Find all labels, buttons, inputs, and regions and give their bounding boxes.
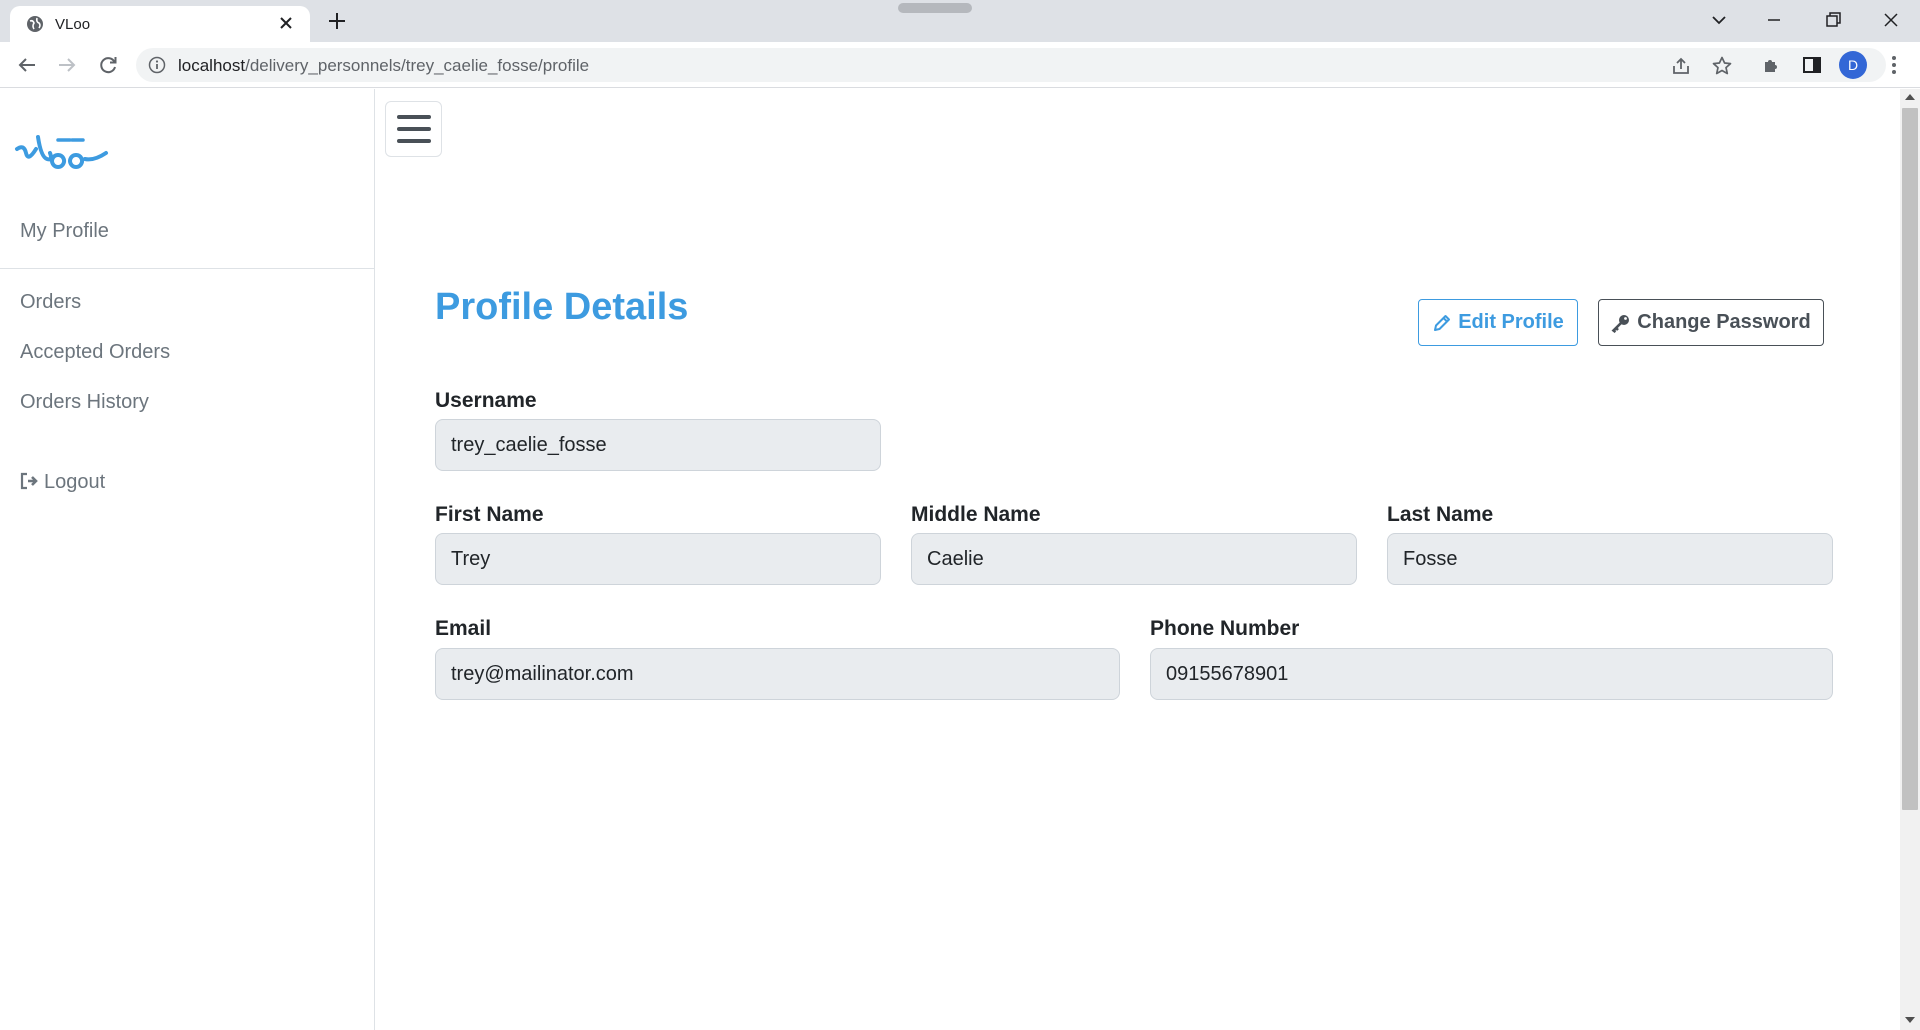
sidebar-item-accepted-orders[interactable]: Accepted Orders	[20, 341, 170, 364]
sidebar-item-orders-history[interactable]: Orders History	[20, 391, 149, 414]
browser-toolbar: localhost/delivery_personnels/trey_caeli…	[0, 42, 1920, 88]
change-password-button[interactable]: Change Password	[1598, 299, 1824, 346]
page-title: Profile Details	[435, 286, 689, 328]
url-host: localhost	[178, 56, 246, 75]
share-icon[interactable]	[1670, 55, 1692, 77]
first-name-label: First Name	[435, 503, 544, 526]
scrollbar-thumb[interactable]	[1902, 108, 1918, 810]
scroll-up-icon[interactable]	[1905, 93, 1915, 101]
close-tab-icon[interactable]	[276, 13, 296, 33]
side-panel-icon[interactable]	[1800, 53, 1824, 77]
sidebar-divider	[0, 268, 375, 269]
hamburger-bar	[397, 127, 431, 131]
edit-profile-button[interactable]: Edit Profile	[1418, 299, 1578, 346]
sidebar-item-orders[interactable]: Orders	[20, 291, 81, 314]
globe-icon	[27, 16, 43, 32]
address-bar[interactable]: localhost/delivery_personnels/trey_caeli…	[136, 48, 1886, 82]
extensions-puzzle-icon[interactable]	[1760, 53, 1784, 77]
url-path: /delivery_personnels/trey_caelie_fosse/p…	[245, 56, 590, 75]
sidebar-item-my-profile[interactable]: My Profile	[20, 220, 109, 243]
back-arrow-icon[interactable]	[15, 53, 39, 77]
sidebar: My Profile Orders Accepted Orders Orders…	[0, 89, 375, 1030]
hamburger-bar	[397, 139, 431, 143]
pencil-icon	[1434, 314, 1451, 331]
logout-label: Logout	[44, 471, 106, 493]
minimize-icon[interactable]	[1762, 8, 1786, 32]
last-name-field[interactable]	[1387, 533, 1833, 585]
scroll-down-icon[interactable]	[1905, 1016, 1915, 1024]
phone-number-label: Phone Number	[1150, 617, 1300, 640]
username-label: Username	[435, 389, 537, 412]
chevron-down-icon[interactable]	[1707, 8, 1731, 32]
tab-title: VLoo	[55, 16, 91, 33]
restore-icon[interactable]	[1821, 8, 1845, 32]
info-icon[interactable]	[148, 56, 166, 74]
more-menu-icon[interactable]	[1882, 53, 1906, 77]
key-icon	[1611, 314, 1630, 333]
close-window-icon[interactable]	[1879, 8, 1903, 32]
new-tab-icon[interactable]	[326, 10, 348, 32]
drag-handle[interactable]	[898, 3, 972, 13]
edit-profile-label: Edit Profile	[1458, 311, 1564, 333]
middle-name-label: Middle Name	[911, 503, 1041, 526]
first-name-field[interactable]	[435, 533, 881, 585]
username-field[interactable]	[435, 419, 881, 471]
middle-name-field[interactable]	[911, 533, 1357, 585]
vloo-logo[interactable]	[14, 129, 110, 175]
logout-link[interactable]: Logout	[20, 471, 105, 494]
change-password-label: Change Password	[1637, 311, 1811, 333]
email-field[interactable]	[435, 648, 1120, 700]
hamburger-bar	[397, 115, 431, 119]
browser-tab-strip: VLoo	[0, 0, 1920, 42]
phone-number-field[interactable]	[1150, 648, 1833, 700]
last-name-label: Last Name	[1387, 503, 1494, 526]
sign-out-icon	[20, 472, 38, 490]
reload-icon[interactable]	[96, 53, 120, 77]
forward-arrow-icon[interactable]	[55, 53, 79, 77]
email-label: Email	[435, 617, 492, 640]
browser-tab[interactable]: VLoo	[10, 6, 310, 42]
profile-avatar[interactable]: D	[1839, 51, 1867, 79]
url-text: localhost/delivery_personnels/trey_caeli…	[178, 56, 589, 76]
star-icon[interactable]	[1711, 55, 1733, 77]
menu-toggle-button[interactable]	[385, 101, 442, 157]
